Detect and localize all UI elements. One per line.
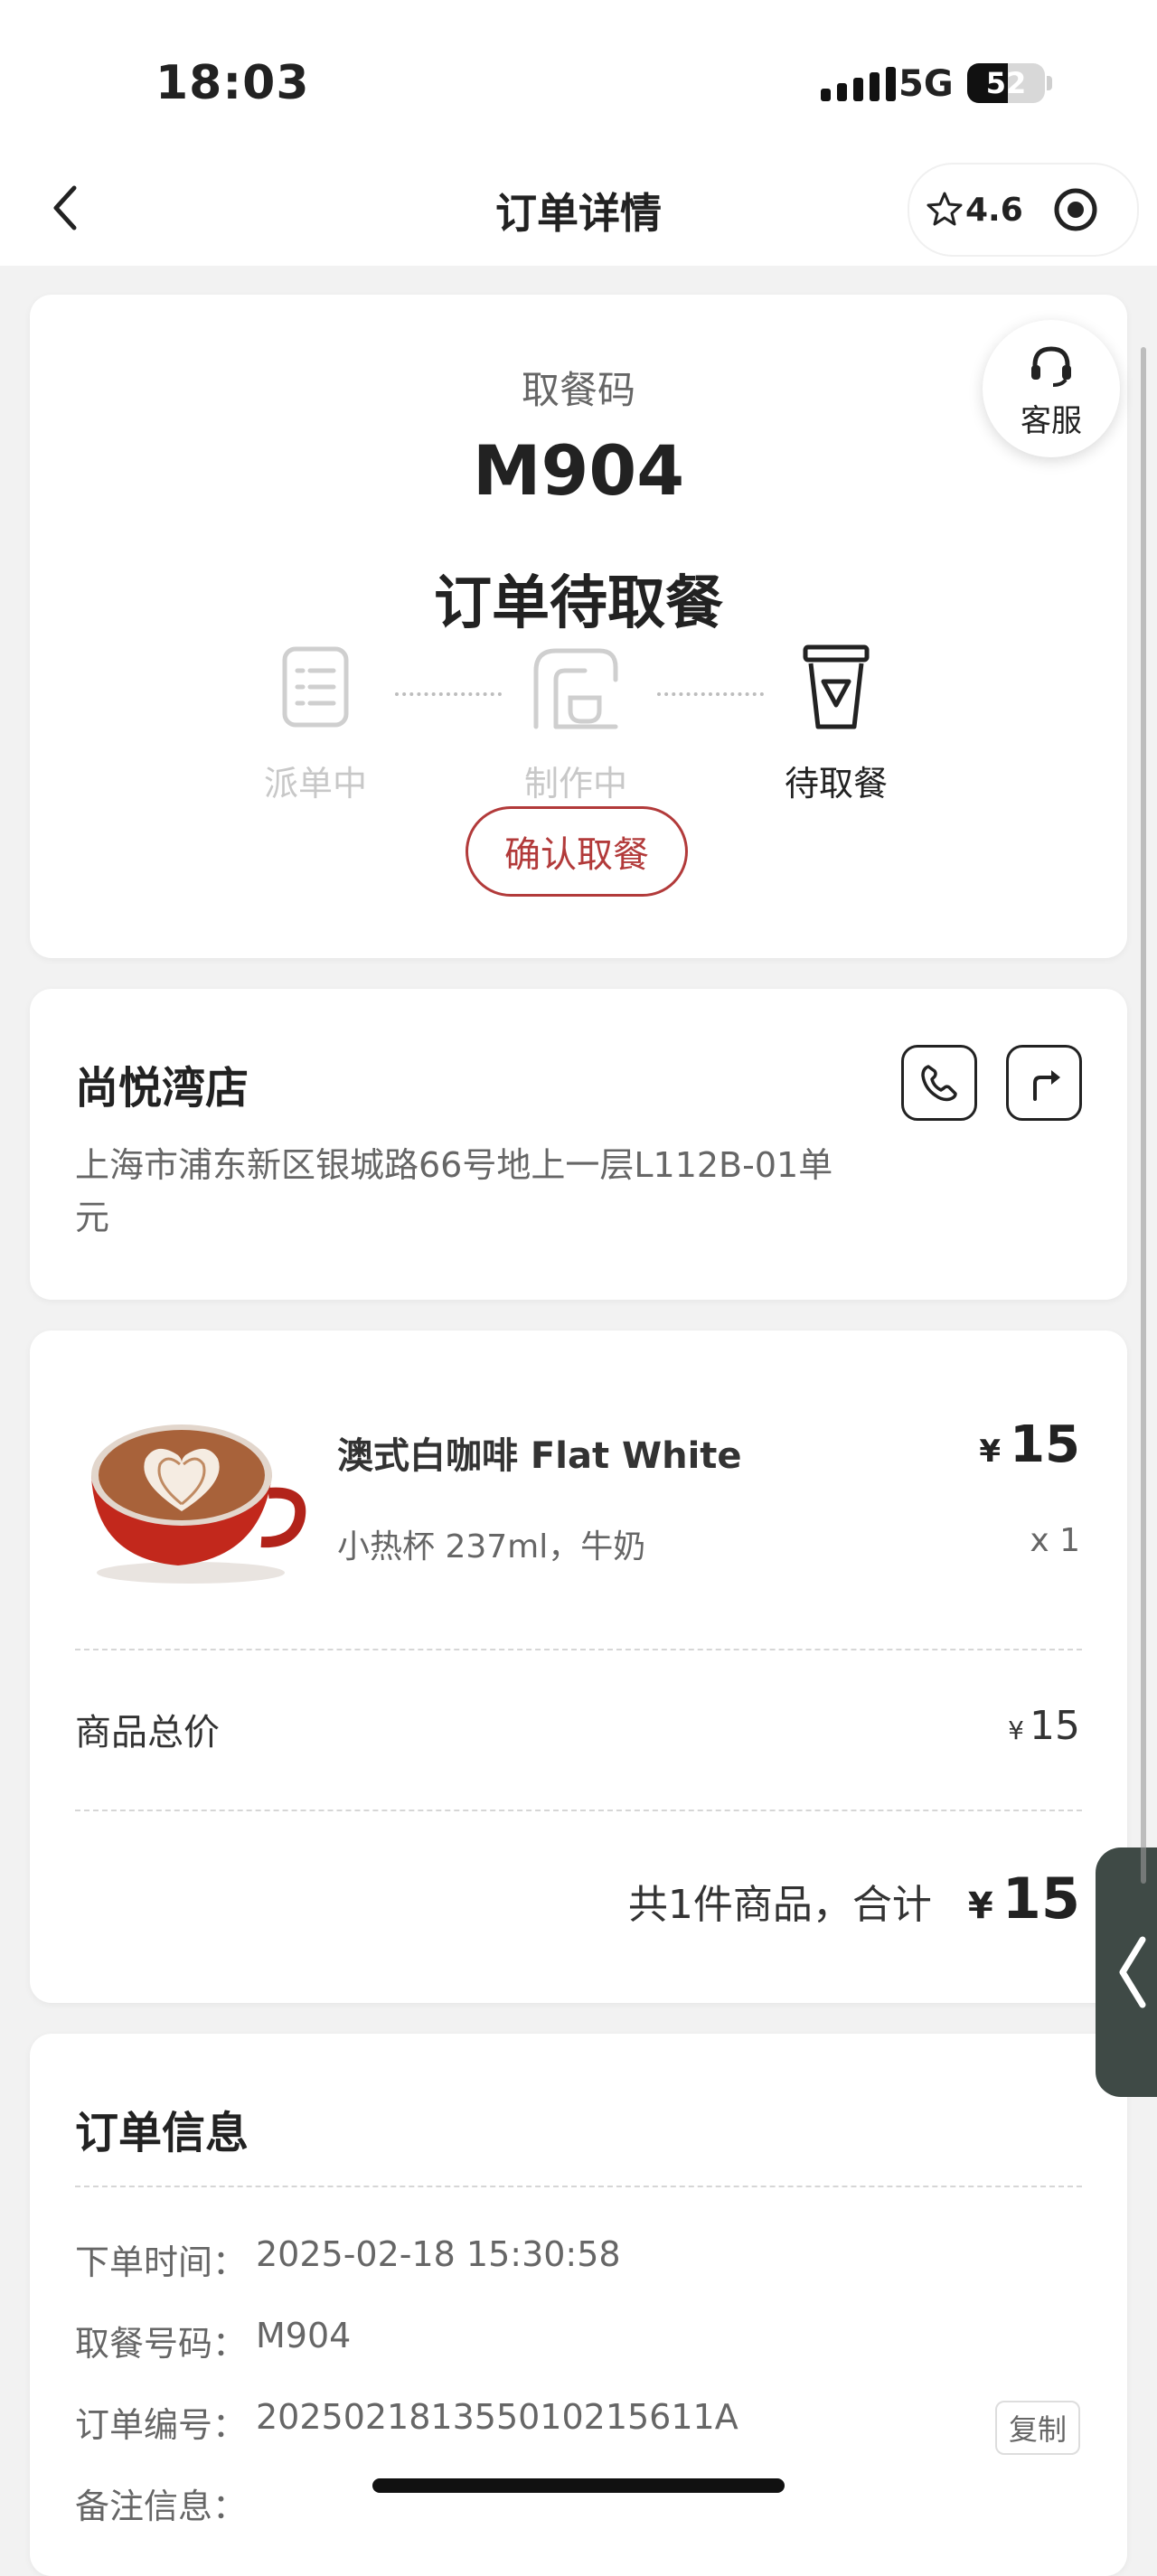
divider xyxy=(75,1810,1082,1811)
product-price-value: 15 xyxy=(1010,1415,1080,1474)
info-row-order-time: 下单时间： 2025-02-18 15:30:58 xyxy=(75,2234,621,2284)
total-value: 15 xyxy=(1002,1866,1080,1932)
info-row-order-number: 订单编号： 20250218135501021561​1A xyxy=(75,2397,738,2447)
info-row-notes: 备注信息： xyxy=(75,2478,256,2528)
battery-level: 52 xyxy=(985,66,1027,100)
product-name: 澳式白咖啡 Flat White xyxy=(337,1435,742,1477)
customer-service-button[interactable]: 客服 xyxy=(983,320,1120,457)
home-indicator[interactable] xyxy=(372,2478,785,2493)
chevron-left-icon xyxy=(1119,1936,1146,2008)
pickup-code: M904 xyxy=(472,430,685,511)
order-items-card: 澳式白咖啡 Flat White 小热杯 237ml，牛奶 ¥15 x 1 商品… xyxy=(30,1330,1127,2003)
store-name: 尚悦湾店 xyxy=(75,1063,249,1114)
currency-symbol: ¥ xyxy=(1008,1716,1024,1745)
total-row: 共1件商品，合计 ¥15 xyxy=(628,1866,1080,1932)
status-bar: 18:03 5G 52 xyxy=(0,0,1157,154)
star-icon[interactable] xyxy=(926,190,964,228)
info-label: 订单编号： xyxy=(75,2405,248,2445)
network-type: 5G xyxy=(898,63,954,105)
navigate-store-button[interactable] xyxy=(1006,1045,1082,1121)
copy-order-number-button[interactable]: 复制 xyxy=(995,2401,1080,2455)
status-time: 18:03 xyxy=(155,56,310,110)
nav-bar: 订单详情 4.6 xyxy=(0,154,1157,266)
pickup-card: 取餐码 M904 订单待取餐 派单中 制作中 待取餐 确认取餐 xyxy=(30,295,1127,958)
divider xyxy=(75,2186,1082,2187)
directions-icon xyxy=(1033,1070,1060,1101)
info-label: 取餐号码： xyxy=(75,2324,248,2364)
coffee-machine-icon xyxy=(533,648,618,729)
mini-program-capsule: 4.6 xyxy=(908,163,1139,257)
order-info-title: 订单信息 xyxy=(75,2108,249,2158)
product-quantity: x 1 xyxy=(1030,1522,1080,1559)
product-price: ¥15 xyxy=(979,1415,1080,1474)
subtotal-amount: 15 xyxy=(1030,1703,1080,1749)
target-icon[interactable] xyxy=(1052,186,1099,233)
call-store-button[interactable] xyxy=(901,1045,977,1121)
step-label-making: 制作中 xyxy=(523,764,627,804)
order-status: 订单待取餐 xyxy=(434,570,723,637)
total-amount: ¥15 xyxy=(968,1866,1080,1932)
info-label: 下单时间： xyxy=(75,2242,248,2282)
store-address: 上海市浦东新区银城路66号地上一层L112B-01单元 xyxy=(75,1145,833,1237)
cup-icon xyxy=(803,644,870,729)
currency-symbol: ¥ xyxy=(967,1885,993,1927)
step-label-ready: 待取餐 xyxy=(784,764,888,804)
order-info-card: 订单信息 下单时间： 2025-02-18 15:30:58 取餐号码： M90… xyxy=(30,2034,1127,2576)
info-value: M904 xyxy=(256,2316,352,2355)
confirm-pickup-button[interactable]: 确认取餐 xyxy=(466,806,688,897)
info-row-pickup-number: 取餐号码： M904 xyxy=(75,2316,351,2365)
phone-icon xyxy=(921,1065,957,1102)
currency-symbol: ¥ xyxy=(979,1434,1002,1470)
side-drawer-tab[interactable] xyxy=(1096,1847,1157,2097)
pickup-code-label: 取餐码 xyxy=(521,368,635,412)
subtotal-value: ¥15 xyxy=(1008,1703,1080,1749)
total-text: 共1件商品，合计 xyxy=(627,1882,932,1928)
product-spec: 小热杯 237ml，牛奶 xyxy=(337,1528,646,1565)
flat-white-coffee-image xyxy=(91,1424,306,1584)
signal-icon xyxy=(821,67,896,101)
info-value: 20250218135501021561​1A xyxy=(256,2397,738,2437)
list-icon xyxy=(282,646,349,728)
rating-value[interactable]: 4.6 xyxy=(965,192,1023,229)
battery-tip xyxy=(1047,76,1052,90)
step-label-dispatching: 派单中 xyxy=(263,764,367,804)
divider xyxy=(75,1649,1082,1650)
step-connector xyxy=(657,692,764,696)
scrollbar[interactable] xyxy=(1141,347,1146,1884)
step-connector xyxy=(395,692,502,696)
battery-icon: 52 xyxy=(967,63,1045,103)
info-value: 2025-02-18 15:30:58 xyxy=(256,2234,621,2274)
headset-icon xyxy=(1031,346,1071,387)
subtotal-label: 商品总价 xyxy=(75,1712,220,1753)
info-label: 备注信息： xyxy=(75,2487,248,2526)
customer-service-label: 客服 xyxy=(1021,403,1082,439)
store-card: 尚悦湾店 上海市浦东新区银城路66号地上一层L112B-01单元 xyxy=(30,989,1127,1300)
